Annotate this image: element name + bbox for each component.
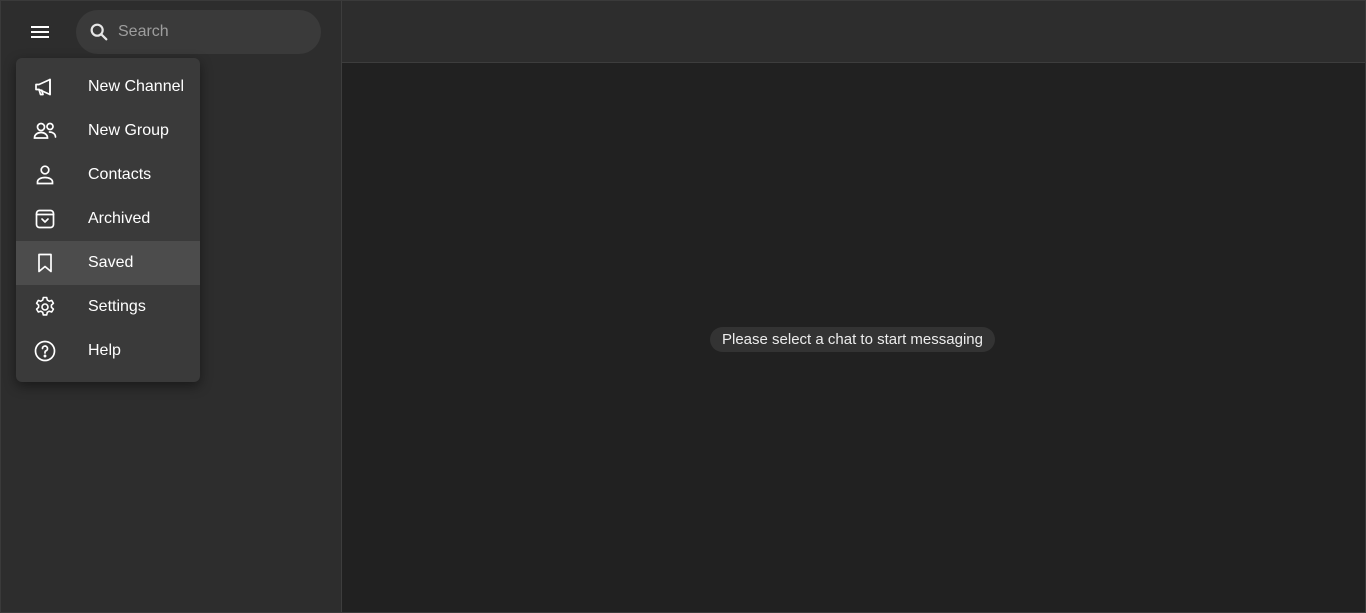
bookmark-icon — [32, 250, 58, 276]
menu-item-archived[interactable]: Archived — [16, 197, 200, 241]
person-icon — [32, 162, 58, 188]
menu-item-label: Contacts — [88, 166, 152, 183]
menu-item-label: Saved — [88, 254, 134, 271]
menu-item-label: New Channel — [88, 78, 185, 95]
menu-item-new-group[interactable]: New Group — [16, 109, 200, 153]
sidebar: New Channel New Group — [1, 1, 342, 612]
menu-item-saved[interactable]: Saved — [16, 241, 200, 285]
app-window: New Channel New Group — [0, 0, 1366, 613]
chat-body: Please select a chat to start messaging — [342, 63, 1365, 612]
chat-area: Please select a chat to start messaging — [342, 1, 1365, 612]
menu-item-label: Archived — [88, 210, 151, 227]
menu-item-contacts[interactable]: Contacts — [16, 153, 200, 197]
hamburger-icon — [31, 26, 49, 38]
search-icon — [88, 21, 110, 43]
menu-item-help[interactable]: Help — [16, 329, 200, 373]
archive-icon — [32, 206, 58, 232]
group-icon — [32, 118, 58, 144]
chat-header — [342, 1, 1365, 63]
menu-item-label: Help — [88, 342, 121, 359]
gear-icon — [32, 294, 58, 320]
menu-item-label: Settings — [88, 298, 146, 315]
search-box — [76, 10, 325, 54]
search-input[interactable] — [110, 10, 325, 54]
menu-item-settings[interactable]: Settings — [16, 285, 200, 329]
megaphone-icon — [32, 74, 58, 100]
sidebar-header — [1, 1, 341, 63]
help-icon — [32, 338, 58, 364]
empty-state-message: Please select a chat to start messaging — [710, 327, 995, 352]
menu-item-label: New Group — [88, 122, 169, 139]
main-menu-dropdown: New Channel New Group Contacts Archived … — [16, 58, 200, 382]
menu-item-new-channel[interactable]: New Channel — [16, 65, 200, 109]
hamburger-menu-button[interactable] — [23, 15, 57, 49]
